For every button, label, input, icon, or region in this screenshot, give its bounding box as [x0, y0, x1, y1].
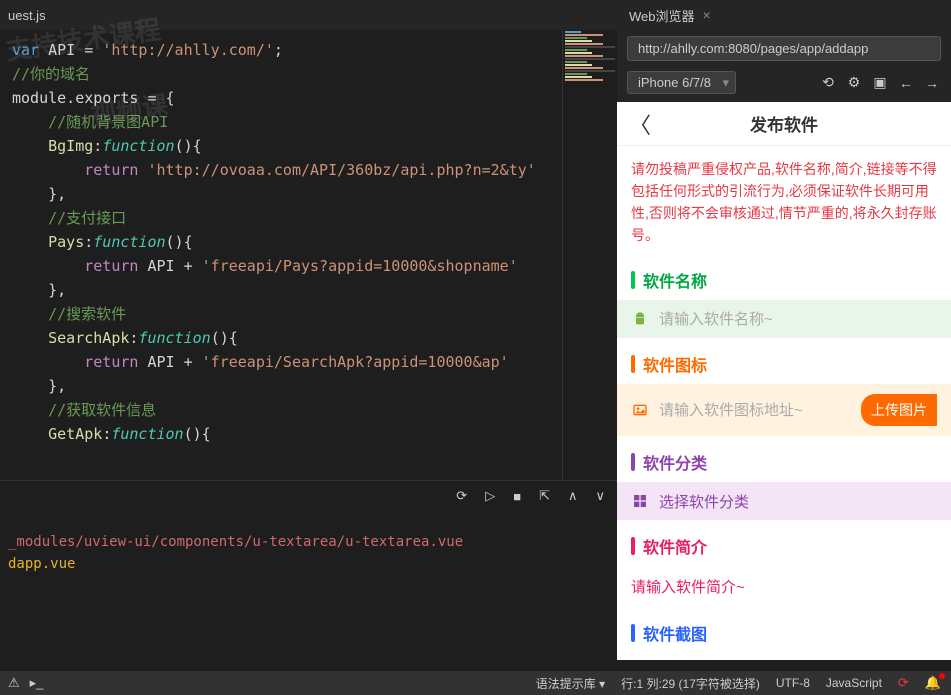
- browser-tab[interactable]: Web浏览器: [629, 6, 695, 25]
- terminal-output-line: dapp.vue: [8, 553, 609, 575]
- play-icon[interactable]: ▷: [485, 488, 495, 504]
- grid-icon: [631, 492, 649, 510]
- image-icon: [631, 401, 649, 419]
- bell-icon[interactable]: 🔔: [925, 675, 941, 691]
- screenshot-icon[interactable]: ▣: [871, 74, 889, 91]
- encoding-button[interactable]: UTF-8: [776, 676, 810, 690]
- device-select[interactable]: iPhone 6/7/8: [627, 71, 736, 94]
- sync-icon[interactable]: ⟳: [456, 488, 467, 504]
- upload-image-button[interactable]: 上传图片: [861, 394, 937, 426]
- notice-text: 请勿投稿严重侵权产品,软件名称,简介,链接等不得包括任何形式的引流行为,必须保证…: [617, 146, 951, 258]
- language-button[interactable]: JavaScript: [826, 676, 882, 690]
- forward-icon[interactable]: →: [923, 75, 941, 91]
- close-icon[interactable]: ×: [703, 7, 711, 23]
- code-editor[interactable]: var API = 'http://ahlly.com/';//你的域名modu…: [0, 30, 562, 480]
- terminal-pane: ⟳ ▷ ■ ⇱ ∧ ∨ _modules/uview-ui/components…: [0, 480, 617, 660]
- phone-preview: 〈 发布软件 请勿投稿严重侵权产品,软件名称,简介,链接等不得包括任何形式的引流…: [617, 102, 951, 660]
- section-title-screenshot: 软件截图: [643, 621, 707, 645]
- warning-icon[interactable]: ⚠: [8, 675, 20, 691]
- sync-status-icon[interactable]: ⟳: [898, 675, 909, 691]
- address-bar[interactable]: http://ahlly.com:8080/pages/app/addapp: [627, 36, 941, 61]
- section-title-intro: 软件简介: [643, 534, 707, 558]
- section-title-name: 软件名称: [643, 268, 707, 292]
- status-bar: ⚠ ▸_ 语法提示库 ▾ 行:1 列:29 (17字符被选择) UTF-8 Ja…: [0, 671, 951, 695]
- terminal-output-line: _modules/uview-ui/components/u-textarea/…: [8, 531, 609, 553]
- rotate-icon[interactable]: ⟲: [819, 74, 837, 91]
- gear-icon[interactable]: ⚙: [845, 74, 863, 91]
- editor-tab[interactable]: uest.js: [8, 8, 46, 23]
- back-icon[interactable]: ←: [897, 75, 915, 91]
- editor-tab-bar: uest.js: [0, 0, 617, 30]
- app-name-input[interactable]: [659, 311, 937, 328]
- cursor-position[interactable]: 行:1 列:29 (17字符被选择): [621, 675, 760, 692]
- syntax-hint-button[interactable]: 语法提示库 ▾: [536, 675, 605, 692]
- app-intro-input[interactable]: 请输入软件简介~: [617, 566, 951, 607]
- section-title-category: 软件分类: [643, 450, 707, 474]
- terminal-icon[interactable]: ▸_: [30, 675, 44, 691]
- android-icon: [631, 310, 649, 328]
- stop-icon[interactable]: ■: [513, 489, 521, 504]
- export-icon[interactable]: ⇱: [539, 488, 550, 504]
- app-icon-input[interactable]: [659, 402, 861, 419]
- browser-pane: Web浏览器 × http://ahlly.com:8080/pages/app…: [617, 0, 951, 660]
- section-title-icon: 软件图标: [643, 352, 707, 376]
- minimap[interactable]: [562, 30, 617, 480]
- app-category-select[interactable]: [659, 493, 937, 510]
- chevron-up-icon[interactable]: ∧: [568, 488, 578, 504]
- page-title: 发布软件: [750, 111, 818, 136]
- editor-pane: uest.js var API = 'http://ahlly.com/';//…: [0, 0, 617, 660]
- back-arrow-icon[interactable]: 〈: [629, 108, 651, 140]
- chevron-down-icon[interactable]: ∨: [595, 488, 605, 504]
